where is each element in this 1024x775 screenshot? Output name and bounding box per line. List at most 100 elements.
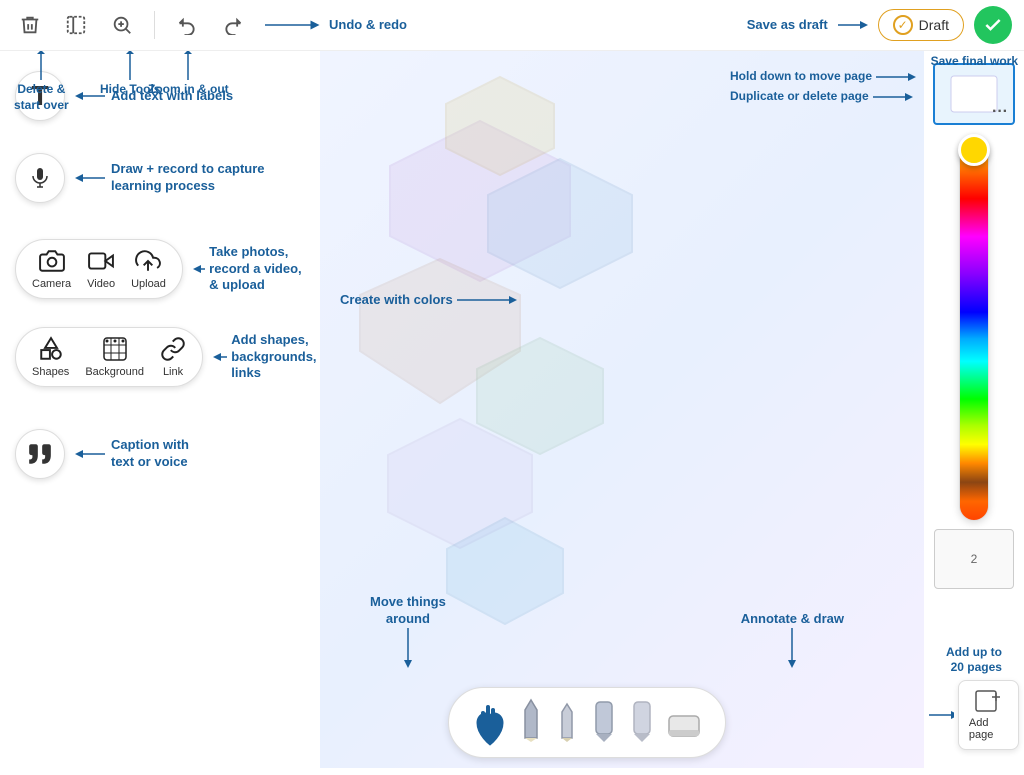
add-page-row: Add page [929, 680, 1019, 750]
shapes-annotation: Add shapes, backgrounds, & links [213, 332, 332, 383]
camera-icon [39, 248, 65, 274]
color-strip[interactable] [959, 141, 989, 521]
zoom-arrow-icon [179, 50, 197, 80]
divider [154, 11, 155, 39]
hide-tools-button[interactable] [58, 7, 94, 43]
save-draft-button[interactable]: ✓ Draft [878, 9, 964, 41]
move-things-annotation: Move thingsaround [370, 594, 446, 668]
caption-annotation: Caption withtext or voice [75, 437, 189, 471]
link-tool[interactable]: Link [160, 336, 186, 378]
color-knob[interactable] [958, 134, 990, 166]
hold-move-arrow-icon [876, 68, 916, 86]
pencil-icon-2 [555, 702, 579, 742]
video-icon [88, 248, 114, 274]
move-tool[interactable] [473, 703, 507, 747]
undo-redo-label: Undo & redo [329, 17, 407, 34]
toolbar-left: Undo & redo [12, 7, 737, 43]
draft-check-icon: ✓ [893, 15, 913, 35]
marker-icon-2 [629, 700, 655, 742]
add-pages-arrow-icon [929, 706, 954, 724]
draw-annotation: Draw + record to capturelearning process [75, 161, 265, 195]
save-final-button[interactable] [974, 6, 1012, 44]
shapes-label: Shapes [32, 366, 69, 378]
draw-record-label: Draw + record to capturelearning process [111, 161, 265, 195]
main-area: T Add text with labels [0, 51, 1024, 768]
pencil-tool-1[interactable] [519, 698, 543, 747]
save-final-check-icon [983, 15, 1003, 35]
save-draft-annotation: Save as draft [747, 17, 828, 34]
draw-arrow-icon [75, 169, 105, 187]
page-thumb-container[interactable]: ··· [933, 63, 1015, 125]
hex-shape-7 [440, 511, 570, 631]
delete-label: Delete &start over [14, 82, 69, 113]
marker-tool-1[interactable] [591, 700, 617, 747]
camera-tool[interactable]: Camera [32, 248, 71, 290]
media-label: Take photos, record a video, & upload [209, 244, 305, 295]
undo-button[interactable] [169, 7, 205, 43]
caption-row: Caption withtext or voice [15, 429, 189, 479]
marker-icon-1 [591, 700, 617, 742]
marker-tool-2[interactable] [629, 700, 655, 747]
background-tool[interactable]: Background [85, 336, 144, 378]
background-icon [102, 336, 128, 362]
duplicate-label: Duplicate or delete page [730, 89, 869, 105]
bottom-toolbar [370, 687, 804, 758]
upload-label: Upload [131, 278, 166, 290]
add-page-label: Add page [969, 717, 1008, 741]
pencil-tool-2[interactable] [555, 702, 579, 747]
shapes-tool[interactable]: Shapes [32, 336, 69, 378]
annotate-draw-label: Annotate & draw [741, 611, 844, 628]
media-arrow-icon [193, 260, 205, 278]
eraser-tool[interactable] [667, 712, 701, 747]
link-label: Link [163, 366, 183, 378]
video-label: Video [87, 278, 115, 290]
color-picker-container[interactable] [959, 141, 989, 521]
page-2-label: 2 [971, 552, 978, 566]
annotate-draw-arrow-icon [783, 628, 801, 668]
left-panel: T Add text with labels [0, 51, 320, 768]
quote-icon [27, 441, 53, 467]
duplicate-arrow-icon [873, 88, 913, 106]
redo-button[interactable] [215, 7, 251, 43]
delete-arrow-icon [32, 50, 50, 80]
create-colors-label: Create with colors [340, 292, 453, 309]
caption-button[interactable] [15, 429, 65, 479]
upload-tool[interactable]: Upload [131, 248, 166, 290]
draw-record-button[interactable] [15, 153, 65, 203]
canvas-area[interactable]: Create with colors Move thingsaround Ann… [320, 51, 924, 768]
undo-redo-arrow-icon [265, 15, 325, 35]
shapes-tools-row: Shapes [15, 327, 332, 387]
create-colors-annotation: Create with colors [340, 291, 517, 309]
caption-arrow-icon [75, 445, 105, 463]
add-page-icon [974, 689, 1002, 713]
media-annotation: Take photos, record a video, & upload [193, 244, 305, 295]
hold-move-label: Hold down to move page [730, 69, 872, 85]
hide-tools-arrow-icon [121, 50, 139, 80]
shapes-tool-pill: Shapes [15, 327, 203, 387]
save-draft-arrow-icon [838, 16, 868, 34]
link-icon [160, 336, 186, 362]
page-1-thumb[interactable]: ··· [933, 63, 1015, 125]
page-2-thumb[interactable]: 2 [934, 529, 1014, 589]
save-final-annotation-group: Save final work [931, 54, 1018, 70]
add-page-button[interactable]: Add page [958, 680, 1019, 750]
hand-icon [473, 703, 507, 747]
background-label: Background [85, 366, 144, 378]
toolbar: Undo & redo Save as draft ✓ Draft [0, 0, 1024, 51]
draft-label: Draft [919, 17, 949, 33]
video-tool[interactable]: Video [87, 248, 115, 290]
toolbar-right: Save as draft ✓ Draft [747, 6, 1012, 44]
duplicate-annotation: Duplicate or delete page [730, 88, 916, 106]
right-panel: ··· 2 Add up to20 pages [924, 51, 1024, 768]
microphone-icon [28, 166, 52, 190]
undo-redo-annotation: Undo & redo [265, 15, 407, 35]
page-more-button[interactable]: ··· [992, 103, 1008, 121]
delete-button[interactable] [12, 7, 48, 43]
page-annotations: Hold down to move page Duplicate or dele… [730, 68, 916, 106]
zoom-in-button[interactable] [104, 7, 140, 43]
annotate-draw-annotation: Annotate & draw [741, 611, 844, 668]
shapes-arrow-icon [213, 348, 227, 366]
shapes-label-ann: Add shapes, backgrounds, & links [231, 332, 332, 383]
draw-record-row: Draw + record to capturelearning process [15, 153, 265, 203]
move-things-label: Move thingsaround [370, 594, 446, 628]
